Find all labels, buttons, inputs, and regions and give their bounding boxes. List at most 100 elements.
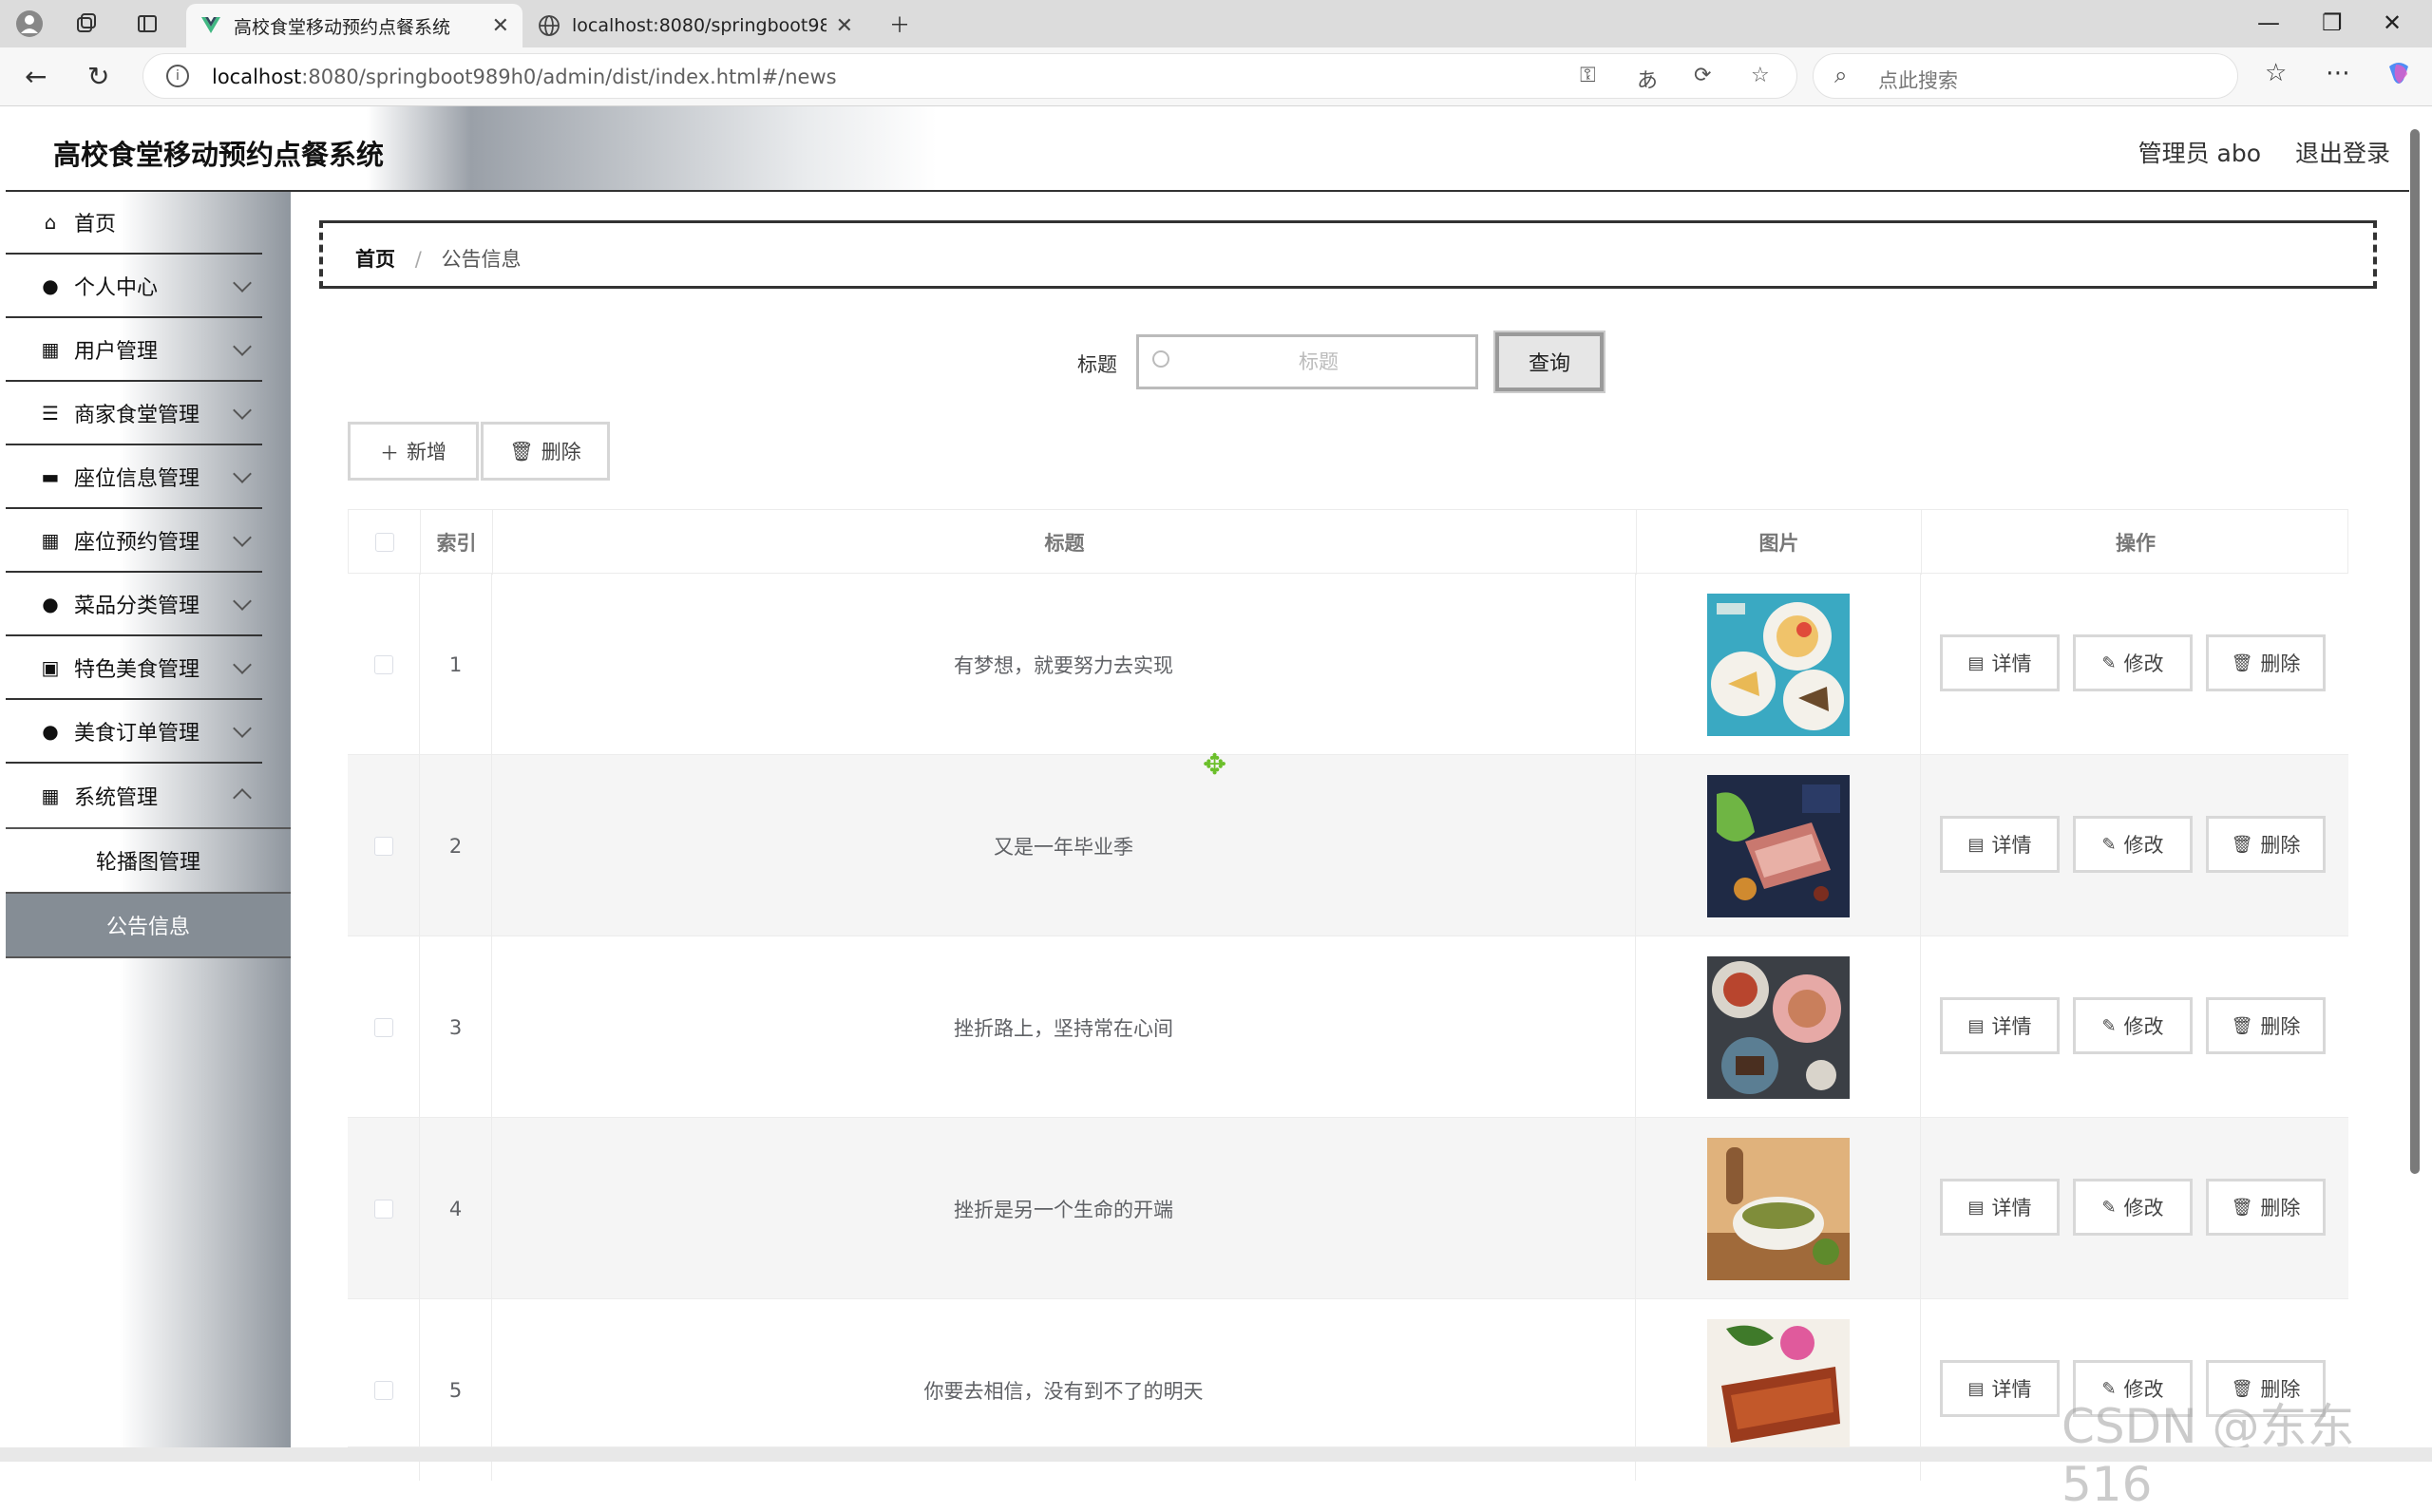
browser-search-field[interactable]: ⌕ 点此搜索 (1813, 53, 2238, 99)
sidebar-item-home[interactable]: ⌂ 首页 (6, 192, 262, 255)
sidebar-item-label: 用户管理 (74, 340, 159, 364)
sidebar-item-personal-center[interactable]: ● 个人中心 (6, 255, 262, 318)
sidebar-item-seat-reservation[interactable]: ▦ 座位预约管理 (6, 510, 262, 573)
title-search-input[interactable] (1181, 345, 1456, 379)
food-thumbnail[interactable] (1706, 593, 1850, 736)
row-select-cell (348, 936, 420, 1118)
address-bar-row: ← ↻ i localhost:8080/springboot989h0/adm… (0, 47, 2432, 106)
row-ops-cell: ▤ 详情 ✎ 修改 🗑 删除 (1921, 936, 2348, 1118)
row-title: 又是一年毕业季 (492, 755, 1636, 936)
close-tab-icon[interactable]: ✕ (492, 14, 509, 38)
restore-icon[interactable]: ❐ (2322, 9, 2343, 36)
new-tab-icon[interactable]: ＋ (884, 8, 916, 40)
edit-button[interactable]: ✎ 修改 (2073, 634, 2193, 691)
sidebar-item-label: 座位预约管理 (74, 531, 200, 555)
key-icon[interactable]: ⚿ (1580, 64, 1596, 87)
row-checkbox[interactable] (373, 1380, 393, 1400)
minimize-icon[interactable]: — (2257, 9, 2280, 36)
detail-button[interactable]: ▤ 详情 (1940, 997, 2060, 1054)
select-all-checkbox[interactable] (374, 533, 394, 552)
sidebar-subitem-carousel[interactable]: 轮播图管理 (6, 829, 291, 892)
back-icon[interactable]: ← (25, 61, 47, 92)
food-thumbnail[interactable] (1706, 1318, 1850, 1462)
document-icon: ▤ (1967, 1197, 1985, 1218)
food-thumbnail[interactable] (1706, 955, 1850, 1099)
row-checkbox[interactable] (373, 1199, 393, 1219)
breadcrumb-current: 公告信息 (441, 248, 522, 271)
profile-icon[interactable] (13, 8, 46, 40)
delete-button[interactable]: 🗑 删除 (2206, 816, 2326, 873)
query-button[interactable]: 查询 (1493, 331, 1606, 393)
page-scrollbar[interactable] (2410, 129, 2420, 1174)
row-ops-cell: ▤ 详情 ✎ 修改 🗑 删除 (1921, 574, 2348, 755)
batch-delete-button[interactable]: 🗑 删除 (481, 422, 610, 481)
add-button[interactable]: ＋ 新增 (348, 422, 479, 481)
url-text: localhost:8080/springboot989h0/admin/dis… (212, 66, 837, 88)
delete-button[interactable]: 🗑 删除 (2206, 1179, 2326, 1236)
sidebar-item-special-food[interactable]: ▣ 特色美食管理 (6, 637, 262, 700)
chevron-down-icon (233, 592, 252, 611)
close-tab-icon[interactable]: ✕ (836, 14, 853, 38)
sidebar-subitem-announcements[interactable]: 公告信息 (6, 894, 291, 956)
row-checkbox[interactable] (373, 1017, 393, 1037)
logout-link[interactable]: 退出登录 (2295, 135, 2390, 169)
tab-active[interactable]: 高校食堂移动预约点餐系统 ✕ (186, 4, 522, 47)
user-info: 管理员 abo (2138, 140, 2261, 167)
delete-button[interactable]: 🗑 删除 (2206, 997, 2326, 1054)
sidebar-item-label: 特色美食管理 (74, 658, 200, 682)
url-field[interactable]: i localhost:8080/springboot989h0/admin/d… (142, 53, 1797, 99)
food-thumbnail[interactable] (1706, 774, 1850, 917)
pencil-icon: ✎ (2101, 834, 2117, 855)
row-index: 4 (420, 1118, 492, 1299)
tab-actions-icon[interactable] (131, 8, 163, 40)
sidebar-item-user-management[interactable]: ▦ 用户管理 (6, 319, 262, 382)
close-window-icon[interactable]: ✕ (2383, 9, 2402, 36)
sidebar-item-system-management[interactable]: ▦ 系统管理 (6, 765, 262, 827)
food-thumbnail[interactable] (1706, 1137, 1850, 1280)
detail-button[interactable]: ▤ 详情 (1940, 634, 2060, 691)
favorite-star-icon[interactable]: ☆ (1751, 64, 1770, 87)
browser-tab-bar: 高校食堂移动预约点餐系统 ✕ localhost:8080/springboot… (0, 0, 2432, 47)
refresh-icon[interactable]: ↻ (87, 61, 109, 92)
sidebar-item-dish-category[interactable]: ● 菜品分类管理 (6, 574, 262, 636)
sidebar-item-food-orders[interactable]: ● 美食订单管理 (6, 701, 262, 764)
delete-button[interactable]: 🗑 删除 (2206, 634, 2326, 691)
detail-button[interactable]: ▤ 详情 (1940, 1360, 2060, 1417)
site-info-icon[interactable]: i (166, 65, 189, 87)
more-icon[interactable]: ⋯ (2326, 59, 2350, 87)
delete-label: 删除 (2260, 1197, 2301, 1219)
workspaces-icon[interactable] (70, 8, 103, 40)
copilot-icon[interactable] (2384, 59, 2413, 94)
header-image: 图片 (1637, 510, 1922, 575)
row-image-cell (1636, 755, 1921, 936)
row-checkbox[interactable] (373, 836, 393, 856)
sidebar-item-seat-info[interactable]: ▬ 座位信息管理 (6, 446, 262, 509)
translate-icon[interactable]: あ (1637, 64, 1658, 94)
trash-icon: 🗑 (2231, 1015, 2253, 1036)
detail-button[interactable]: ▤ 详情 (1940, 1179, 2060, 1236)
tab-inactive[interactable]: localhost:8080/springboot989h0/ ✕ (524, 4, 866, 47)
row-checkbox[interactable] (373, 654, 393, 674)
row-select-cell (348, 1118, 420, 1299)
breadcrumb-home[interactable]: 首页 (355, 248, 395, 271)
detail-button[interactable]: ▤ 详情 (1940, 816, 2060, 873)
chevron-down-icon (233, 337, 252, 356)
delete-label: 删除 (2260, 834, 2301, 857)
sync-icon[interactable]: ⟳ (1694, 64, 1711, 87)
sidebar-item-canteen-management[interactable]: ☰ 商家食堂管理 (6, 383, 262, 445)
move-cursor-icon: ✥ (1203, 748, 1227, 782)
detail-label: 详情 (1991, 652, 2032, 675)
chevron-down-icon (233, 655, 252, 674)
plus-icon: ＋ (380, 441, 399, 464)
edit-button[interactable]: ✎ 修改 (2073, 997, 2193, 1054)
chevron-down-icon (233, 274, 252, 293)
row-title: 有梦想，就要努力去实现 (492, 574, 1636, 755)
grid-icon: ▦ (41, 529, 60, 552)
chevron-down-icon (233, 719, 252, 738)
favorites-icon[interactable]: ☆ (2265, 59, 2287, 87)
edit-button[interactable]: ✎ 修改 (2073, 816, 2193, 873)
delete-label: 删除 (2260, 1015, 2301, 1038)
sidebar-item-label: 轮播图管理 (95, 851, 200, 875)
trash-icon: 🗑 (2231, 834, 2253, 855)
edit-button[interactable]: ✎ 修改 (2073, 1179, 2193, 1236)
